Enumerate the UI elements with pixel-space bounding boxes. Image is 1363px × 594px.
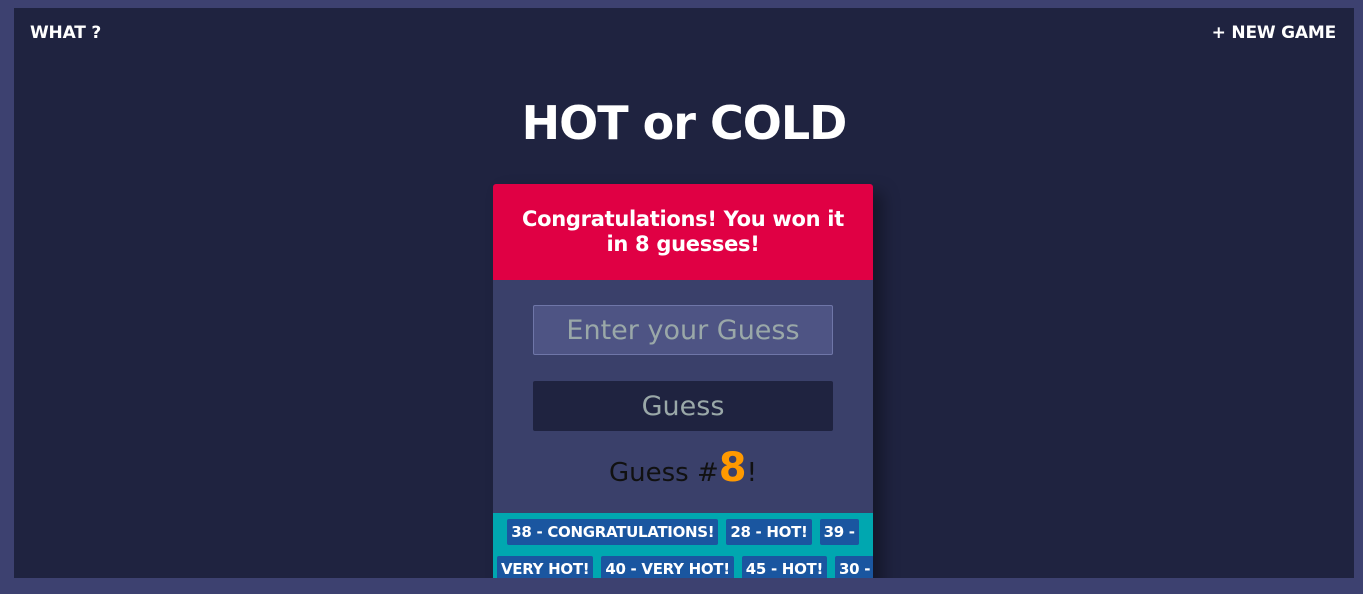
game-card: Congratulations! You won it in 8 guesses… [493,184,873,578]
guess-counter-suffix: ! [746,458,758,488]
guess-input[interactable] [533,305,833,355]
guess-form: Guess Guess #8! [493,280,873,513]
guess-button[interactable]: Guess [533,381,833,431]
game-frame: WHAT ? + NEW GAME HOT or COLD Congratula… [14,8,1354,578]
guess-counter: Guess #8! [493,446,873,495]
feedback-message: Congratulations! You won it in 8 guesses… [493,184,873,280]
history-item: 28 - HOT! [726,519,812,545]
new-game-link[interactable]: + NEW GAME [1212,23,1337,43]
history-item: 40 - VERY HOT! [601,556,734,578]
guess-counter-prefix: Guess # [608,458,719,488]
page-title: HOT or COLD [521,96,848,150]
history-item: 45 - HOT! [741,556,827,578]
guess-count: 8 [718,445,747,491]
what-link[interactable]: WHAT ? [30,23,101,43]
guess-history-list: 38 - CONGRATULATIONS! 28 - HOT! 39 - VER… [493,513,873,578]
history-item: 38 - CONGRATULATIONS! [507,519,719,545]
